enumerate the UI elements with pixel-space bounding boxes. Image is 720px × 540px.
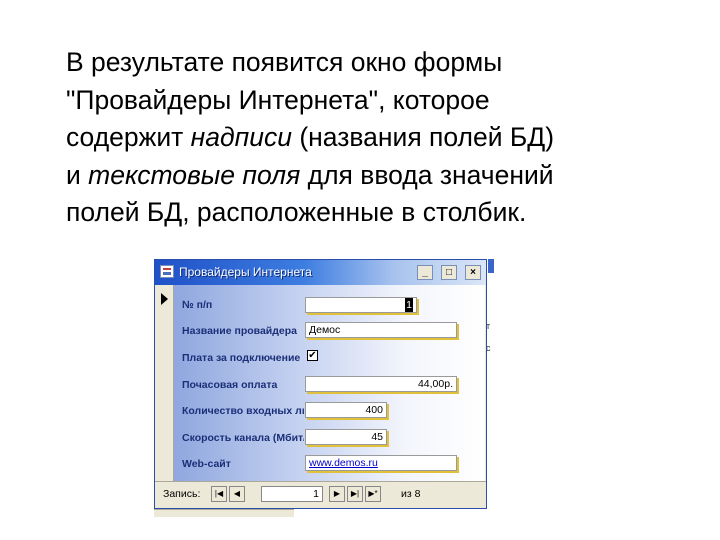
total-records: 8 (414, 488, 421, 500)
field-label: Скорость канала (Мбит/с) (182, 432, 304, 444)
new-record-button[interactable]: ▶* (365, 486, 381, 502)
field-label: Количество входных линий (182, 405, 304, 417)
slide-text-italic: надписи (190, 122, 292, 152)
slide-text-segment: содержит (66, 122, 191, 152)
record-number-input[interactable]: 1 (261, 486, 323, 502)
slide-text-segment: и (66, 159, 89, 190)
window-title: Провайдеры Интернета (179, 265, 312, 279)
field-label: Почасовая оплата (182, 379, 278, 391)
slide-text-segment: (названия полей БД) (291, 122, 555, 152)
close-button[interactable]: × (465, 265, 481, 280)
slide-text-line-5: полей БД, расположенные в столбик. (66, 197, 527, 227)
field-channel-speed[interactable]: 45 (305, 429, 387, 445)
slide-text-line-1: В результате появится окно формы (66, 47, 503, 77)
status-bar (154, 509, 294, 517)
record-label: Запись: (163, 488, 201, 500)
record-count: из 8 (401, 488, 420, 500)
minimize-button[interactable]: _ (417, 265, 433, 280)
next-record-button[interactable]: ▶ (329, 486, 345, 502)
slide-text-segment: для ввода значений (300, 159, 554, 190)
form-icon[interactable] (160, 265, 174, 278)
slide-text-line-4: и текстовые поля для ввода значений (66, 157, 706, 195)
field-input-lines[interactable]: 400 (305, 402, 387, 418)
last-record-button[interactable]: ▶| (347, 486, 363, 502)
background-window-titlebar (488, 259, 494, 273)
form-window: Провайдеры Интернета _ □ × № п/п 1 Назва… (154, 259, 487, 509)
slide-text-line-2: "Провайдеры Интернета", которое (66, 84, 490, 115)
field-provider-name[interactable]: Демос (305, 322, 457, 338)
field-label: Название провайдера (182, 325, 298, 337)
previous-record-button[interactable]: ◀ (229, 486, 245, 502)
form-detail: № п/п 1 Название провайдера Демос Плата … (174, 285, 485, 482)
current-record-arrow-icon (161, 293, 168, 305)
field-connection-fee-checkbox[interactable]: ✔ (307, 350, 318, 361)
title-bar[interactable]: Провайдеры Интернета _ □ × (155, 260, 486, 285)
first-record-button[interactable]: |◀ (211, 486, 227, 502)
slide-text-italic: текстовые поля (88, 159, 301, 190)
field-label: Web-сайт (182, 458, 231, 470)
field-website[interactable]: www.demos.ru (305, 455, 457, 471)
form-screenshot: т с Провайдеры Интернета _ □ × № п/п 1 Н… (154, 259, 494, 517)
field-label: № п/п (182, 299, 213, 311)
field-id[interactable]: 1 (305, 297, 417, 313)
field-label: Плата за подключение (182, 352, 301, 364)
record-selector[interactable] (155, 285, 174, 482)
slide-text: В результате появится окно формы "Провай… (66, 44, 706, 232)
field-hourly-rate[interactable]: 44,00р. (305, 376, 457, 392)
slide-text-line-3: содержит надписи (названия полей БД) (66, 119, 706, 157)
maximize-button[interactable]: □ (441, 265, 457, 280)
record-navigation-bar: Запись: |◀ ◀ 1 ▶ ▶| ▶* из 8 (155, 481, 486, 508)
field-value: 1 (405, 298, 413, 312)
of-label: из (401, 488, 412, 500)
